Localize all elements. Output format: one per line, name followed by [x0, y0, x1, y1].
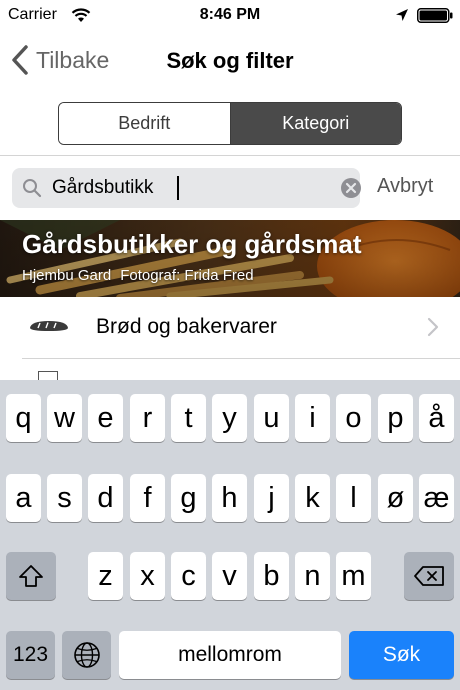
- key-ae[interactable]: æ: [419, 474, 454, 522]
- backspace-key[interactable]: [404, 552, 454, 600]
- key-q[interactable]: q: [6, 394, 41, 442]
- shift-icon: [19, 565, 43, 587]
- banner-photographer: Fotograf: Frida Fred: [120, 267, 254, 284]
- space-key[interactable]: mellomrom: [119, 631, 341, 679]
- key-c[interactable]: c: [171, 552, 206, 600]
- key-k[interactable]: k: [295, 474, 330, 522]
- status-bar: Carrier 8:46 PM: [0, 0, 460, 30]
- clear-search-icon[interactable]: [340, 177, 362, 199]
- divider: [0, 155, 460, 156]
- search-return-key[interactable]: Søk: [349, 631, 454, 679]
- key-j[interactable]: j: [254, 474, 289, 522]
- key-u[interactable]: u: [254, 394, 289, 442]
- key-aa[interactable]: å: [419, 394, 454, 442]
- navigation-bar: Tilbake Søk og filter: [0, 30, 460, 90]
- key-t[interactable]: t: [171, 394, 206, 442]
- key-o[interactable]: o: [336, 394, 371, 442]
- search-bar: [12, 168, 362, 208]
- keyboard: q w e r t y u i o p å a s d f g h j k l …: [0, 380, 460, 690]
- search-input[interactable]: [52, 168, 322, 208]
- banner-source: Hjembu Gard: [22, 267, 112, 284]
- list-item-brod[interactable]: Brød og bakervarer: [0, 297, 460, 358]
- shift-key[interactable]: [6, 552, 56, 600]
- location-arrow-icon: [396, 9, 408, 21]
- segment-bedrift[interactable]: Bedrift: [59, 103, 231, 144]
- segmented-control: Bedrift Kategori: [58, 102, 402, 145]
- list-item-label: Brød og bakervarer: [96, 315, 277, 338]
- key-d[interactable]: d: [88, 474, 123, 522]
- key-e[interactable]: e: [88, 394, 123, 442]
- key-g[interactable]: g: [171, 474, 206, 522]
- key-i[interactable]: i: [295, 394, 330, 442]
- list-separator: [22, 358, 460, 359]
- key-x[interactable]: x: [130, 552, 165, 600]
- key-l[interactable]: l: [336, 474, 371, 522]
- numbers-key[interactable]: 123: [6, 631, 55, 679]
- key-m[interactable]: m: [336, 552, 371, 600]
- key-z[interactable]: z: [88, 552, 123, 600]
- key-v[interactable]: v: [212, 552, 247, 600]
- key-p[interactable]: p: [378, 394, 413, 442]
- page-title: Søk og filter: [166, 48, 294, 73]
- backspace-icon: [414, 566, 444, 586]
- key-y[interactable]: y: [212, 394, 247, 442]
- key-s[interactable]: s: [47, 474, 82, 522]
- key-b[interactable]: b: [254, 552, 289, 600]
- text-caret: [177, 176, 179, 200]
- battery-icon: [417, 8, 453, 23]
- category-banner[interactable]: Gårdsbutikker og gårdsmat Hjembu Gard Fot…: [0, 220, 460, 297]
- globe-icon: [73, 642, 100, 668]
- search-icon: [23, 179, 42, 198]
- cancel-button[interactable]: Avbryt: [377, 175, 433, 198]
- banner-title: Gårdsbutikker og gårdsmat: [22, 229, 362, 259]
- key-r[interactable]: r: [130, 394, 165, 442]
- key-f[interactable]: f: [130, 474, 165, 522]
- clock: 8:46 PM: [199, 6, 261, 23]
- banner-credit: Hjembu Gard Fotograf: Frida Fred: [22, 267, 254, 284]
- chevron-right-icon: [427, 317, 439, 337]
- key-w[interactable]: w: [47, 394, 82, 442]
- app-screen: Carrier 8:46 PM Tilbake Søk og filter Be…: [0, 0, 460, 690]
- key-h[interactable]: h: [212, 474, 247, 522]
- key-a[interactable]: a: [6, 474, 41, 522]
- key-oe[interactable]: ø: [378, 474, 413, 522]
- segment-kategori[interactable]: Kategori: [230, 103, 401, 144]
- globe-key[interactable]: [62, 631, 111, 679]
- bread-icon: [30, 321, 68, 331]
- key-n[interactable]: n: [295, 552, 330, 600]
